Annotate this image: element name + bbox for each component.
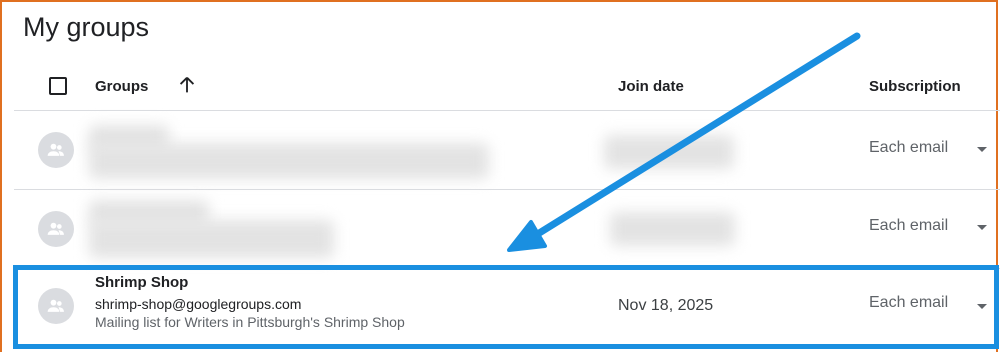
table-row[interactable]: Each email bbox=[14, 111, 1000, 190]
redacted-group-info bbox=[89, 220, 334, 258]
subscription-column-header: Subscription bbox=[869, 78, 961, 95]
redacted-group-info bbox=[89, 143, 489, 179]
redacted-join-date bbox=[610, 212, 735, 246]
subscription-select[interactable]: Each email bbox=[869, 139, 948, 157]
subscription-select[interactable]: Each email bbox=[869, 217, 948, 235]
groups-column-header[interactable]: Groups bbox=[95, 78, 148, 95]
join-date-column-header[interactable]: Join date bbox=[618, 78, 684, 95]
redacted-join-date bbox=[604, 135, 734, 169]
table-header: Groups Join date Subscription bbox=[14, 62, 1000, 111]
group-icon bbox=[38, 132, 74, 168]
caret-down-icon[interactable] bbox=[977, 147, 987, 152]
highlight-box bbox=[13, 265, 999, 349]
arrow-up-icon[interactable] bbox=[176, 74, 198, 96]
select-all-checkbox[interactable] bbox=[49, 77, 67, 95]
page-title: My groups bbox=[23, 12, 150, 42]
table-row[interactable]: Each email bbox=[14, 190, 1000, 269]
group-icon bbox=[38, 211, 74, 247]
caret-down-icon[interactable] bbox=[977, 225, 987, 230]
